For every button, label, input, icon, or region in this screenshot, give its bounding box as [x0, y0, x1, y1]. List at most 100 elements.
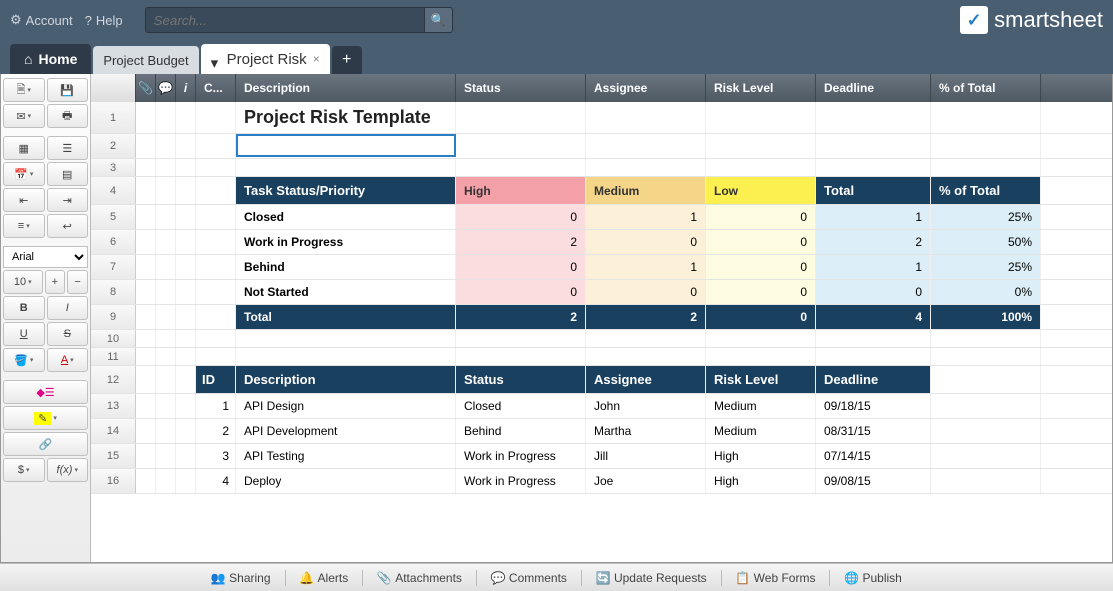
publish-button[interactable]: 🌐Publish — [834, 569, 911, 587]
cell[interactable] — [196, 177, 236, 204]
cell[interactable]: Closed — [456, 394, 586, 418]
extra-col-header[interactable]: C... — [196, 74, 236, 102]
row-number[interactable]: 2 — [91, 134, 136, 158]
tab-close-icon[interactable]: × — [313, 52, 320, 66]
alerts-button[interactable]: 🔔Alerts — [290, 569, 359, 587]
save-button[interactable]: 🗎▾ — [3, 78, 45, 102]
search-input[interactable] — [145, 7, 425, 33]
comment-col-header[interactable]: 💬 — [156, 74, 176, 102]
gantt-view-button[interactable]: ☰ — [47, 136, 89, 160]
cell[interactable] — [456, 134, 586, 158]
cell[interactable]: Medium — [706, 394, 816, 418]
cell[interactable]: 3 — [196, 444, 236, 468]
row-number[interactable]: 14 — [91, 419, 136, 443]
row-number[interactable]: 3 — [91, 159, 136, 176]
mail-button[interactable]: ✉▾ — [3, 104, 45, 128]
row-number[interactable]: 11 — [91, 348, 136, 365]
cell[interactable]: 1 — [586, 205, 706, 229]
cell[interactable] — [931, 394, 1041, 418]
cell[interactable]: 1 — [816, 255, 931, 279]
cell[interactable]: 100% — [931, 305, 1041, 329]
summary-header-label[interactable]: Task Status/Priority — [236, 177, 456, 204]
cell[interactable]: Martha — [586, 419, 706, 443]
selected-cell[interactable] — [236, 134, 456, 157]
cell[interactable]: Behind — [236, 255, 456, 279]
strike-button[interactable]: S — [47, 322, 89, 346]
cell[interactable]: 1 — [196, 394, 236, 418]
italic-button[interactable]: I — [47, 296, 89, 320]
row-number[interactable]: 8 — [91, 280, 136, 304]
cell[interactable]: 09/08/15 — [816, 469, 931, 493]
col-header-description[interactable]: Description — [236, 74, 456, 102]
row-number[interactable]: 10 — [91, 330, 136, 347]
sheet-rows[interactable]: 1 Project Risk Template 2 — [91, 102, 1112, 562]
link-button[interactable]: 🔗 — [3, 432, 88, 456]
task-header-deadline[interactable]: Deadline — [816, 366, 931, 393]
cell[interactable]: 2 — [456, 305, 586, 329]
cell[interactable]: High — [706, 444, 816, 468]
task-header-risk[interactable]: Risk Level — [706, 366, 816, 393]
cell[interactable] — [196, 134, 236, 158]
cell[interactable]: Work in Progress — [456, 469, 586, 493]
fill-color-button[interactable]: 🪣▾ — [3, 348, 45, 372]
task-header-id[interactable]: ID — [196, 366, 236, 393]
row-number[interactable]: 4 — [91, 177, 136, 204]
cell[interactable]: Work in Progress — [456, 444, 586, 468]
underline-button[interactable]: U — [3, 322, 45, 346]
cell[interactable] — [931, 419, 1041, 443]
cell[interactable] — [706, 102, 816, 133]
col-header-deadline[interactable]: Deadline — [816, 74, 931, 102]
card-view-button[interactable]: ▤ — [47, 162, 89, 186]
col-header-risk[interactable]: Risk Level — [706, 74, 816, 102]
cell[interactable]: Joe — [586, 469, 706, 493]
cell[interactable] — [931, 134, 1041, 158]
attachment-col-header[interactable]: 📎 — [136, 74, 156, 102]
cell[interactable]: 0 — [706, 255, 816, 279]
cell[interactable]: API Testing — [236, 444, 456, 468]
account-link[interactable]: ⚙ Account — [10, 12, 73, 28]
help-link[interactable]: ? Help — [85, 13, 123, 28]
font-size-select[interactable]: 10▾ — [3, 270, 43, 294]
col-header-status[interactable]: Status — [456, 74, 586, 102]
wrap-button[interactable]: ↩ — [47, 214, 89, 238]
cell[interactable]: Jill — [586, 444, 706, 468]
cell[interactable] — [586, 102, 706, 133]
cell[interactable] — [931, 444, 1041, 468]
cell[interactable]: Behind — [456, 419, 586, 443]
cell[interactable] — [456, 102, 586, 133]
task-header-desc[interactable]: Description — [236, 366, 456, 393]
col-header-assignee[interactable]: Assignee — [586, 74, 706, 102]
cell[interactable]: Medium — [706, 419, 816, 443]
cell[interactable]: Deploy — [236, 469, 456, 493]
cell[interactable] — [816, 134, 931, 158]
cell[interactable] — [931, 469, 1041, 493]
summary-header-pct[interactable]: % of Total — [931, 177, 1041, 204]
cell[interactable] — [586, 134, 706, 158]
bold-button[interactable]: B — [3, 296, 45, 320]
web-forms-button[interactable]: 📋Web Forms — [726, 569, 826, 587]
cell[interactable]: Not Started — [236, 280, 456, 304]
cell[interactable]: 0 — [706, 230, 816, 254]
cell[interactable]: API Development — [236, 419, 456, 443]
cell[interactable] — [196, 102, 236, 133]
cell[interactable]: 0 — [456, 205, 586, 229]
summary-header-low[interactable]: Low — [706, 177, 816, 204]
row-number[interactable]: 5 — [91, 205, 136, 229]
cell[interactable]: Work in Progress — [236, 230, 456, 254]
tab-project-risk[interactable]: ▾ Project Risk × — [201, 44, 330, 74]
print-button[interactable]: 🖶 — [47, 104, 89, 128]
cell[interactable]: 4 — [196, 469, 236, 493]
outdent-button[interactable]: ⇤ — [3, 188, 45, 212]
cell[interactable]: 08/31/15 — [816, 419, 931, 443]
update-requests-button[interactable]: 🔄Update Requests — [586, 569, 717, 587]
calendar-view-button[interactable]: 📅▾ — [3, 162, 45, 186]
cell[interactable]: 1 — [816, 205, 931, 229]
sharing-button[interactable]: 👥Sharing — [201, 569, 280, 587]
cell[interactable]: John — [586, 394, 706, 418]
align-button[interactable]: ≡▾ — [3, 214, 45, 238]
highlight-button[interactable]: ✎▾ — [3, 406, 88, 430]
cell[interactable]: 4 — [816, 305, 931, 329]
cell[interactable]: 2 — [816, 230, 931, 254]
cell[interactable]: 0 — [586, 230, 706, 254]
grid-view-button[interactable]: ▦ — [3, 136, 45, 160]
